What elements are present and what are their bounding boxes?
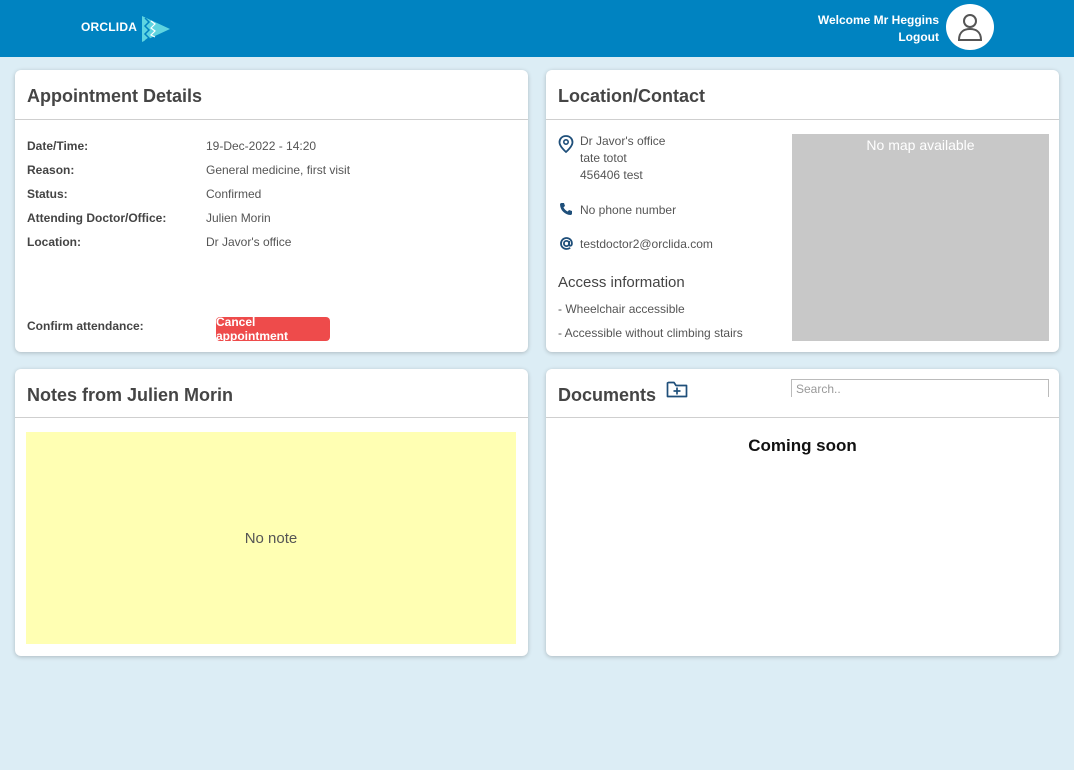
detail-label: Reason: (27, 163, 75, 177)
address-line: 456406 test (580, 168, 643, 182)
detail-label: Location: (27, 235, 81, 249)
detail-value: Confirmed (206, 187, 262, 201)
detail-value: Dr Javor's office (206, 235, 292, 249)
detail-row-reason: Reason: General medicine, first visit (27, 163, 517, 179)
detail-row-location: Location: Dr Javor's office (27, 235, 517, 251)
detail-value: General medicine, first visit (206, 163, 351, 177)
document-search-input[interactable] (791, 379, 1049, 397)
address-line: Dr Javor's office (580, 134, 666, 148)
detail-value: Julien Morin (206, 211, 271, 225)
phone-icon (559, 202, 573, 221)
cancel-appointment-button[interactable]: Cancel appointment (216, 315, 330, 343)
appointment-details-title: Appointment Details (27, 86, 203, 106)
address-line: tate totot (580, 151, 627, 165)
confirm-attendance-label: Confirm attendance: (27, 319, 144, 333)
detail-row-doctor: Attending Doctor/Office: Julien Morin (27, 211, 517, 227)
detail-value: 19-Dec-2022 - 14:20 (206, 139, 317, 153)
top-bar: ORCLIDA Welcome Mr Heggins Logout (0, 0, 1074, 57)
brand-name[interactable]: ORCLIDA (81, 20, 137, 34)
note-content: No note (26, 432, 516, 644)
divider (15, 119, 528, 120)
email-address[interactable]: testdoctor2@orclida.com (580, 236, 713, 253)
divider (15, 417, 528, 418)
notes-card: Notes from Julien Morin No note (15, 369, 528, 656)
user-greeting: Welcome Mr Heggins Logout (818, 12, 939, 46)
brand-logo-icon[interactable] (140, 14, 172, 44)
avatar[interactable] (946, 4, 994, 50)
divider (546, 417, 1059, 418)
user-icon (957, 14, 983, 41)
address-block: Dr Javor's office tate totot 456406 test (580, 133, 665, 184)
add-folder-icon[interactable] (666, 380, 688, 404)
logout-link[interactable]: Logout (818, 29, 939, 46)
location-pin-icon (558, 135, 574, 158)
detail-label: Attending Doctor/Office: (27, 211, 167, 225)
access-item: - Wheelchair accessible (558, 302, 685, 316)
map-unavailable-text: No map available (866, 137, 975, 153)
access-information-heading: Access information (558, 274, 685, 291)
detail-row-status: Status: Confirmed (27, 187, 517, 203)
documents-card: Documents Coming soon (546, 369, 1059, 656)
detail-row-datetime: Date/Time: 19-Dec-2022 - 14:20 (27, 139, 517, 155)
welcome-text: Welcome Mr Heggins (817, 13, 939, 27)
location-contact-title: Location/Contact (558, 86, 705, 106)
divider (546, 119, 1059, 120)
location-contact-card: Location/Contact Dr Javor's office tate … (546, 70, 1059, 352)
phone-number: No phone number (580, 203, 677, 217)
appointment-details-card: Appointment Details Date/Time: 19-Dec-20… (15, 70, 528, 352)
map-placeholder: No map available (792, 134, 1049, 341)
email-at-icon (559, 236, 574, 256)
documents-title: Documents (558, 385, 657, 405)
coming-soon-text: Coming soon (748, 436, 857, 455)
detail-label: Date/Time: (27, 139, 89, 153)
access-item: - Accessible without climbing stairs (558, 326, 743, 340)
detail-label: Status: (27, 187, 68, 201)
notes-title: Notes from Julien Morin (27, 385, 234, 405)
